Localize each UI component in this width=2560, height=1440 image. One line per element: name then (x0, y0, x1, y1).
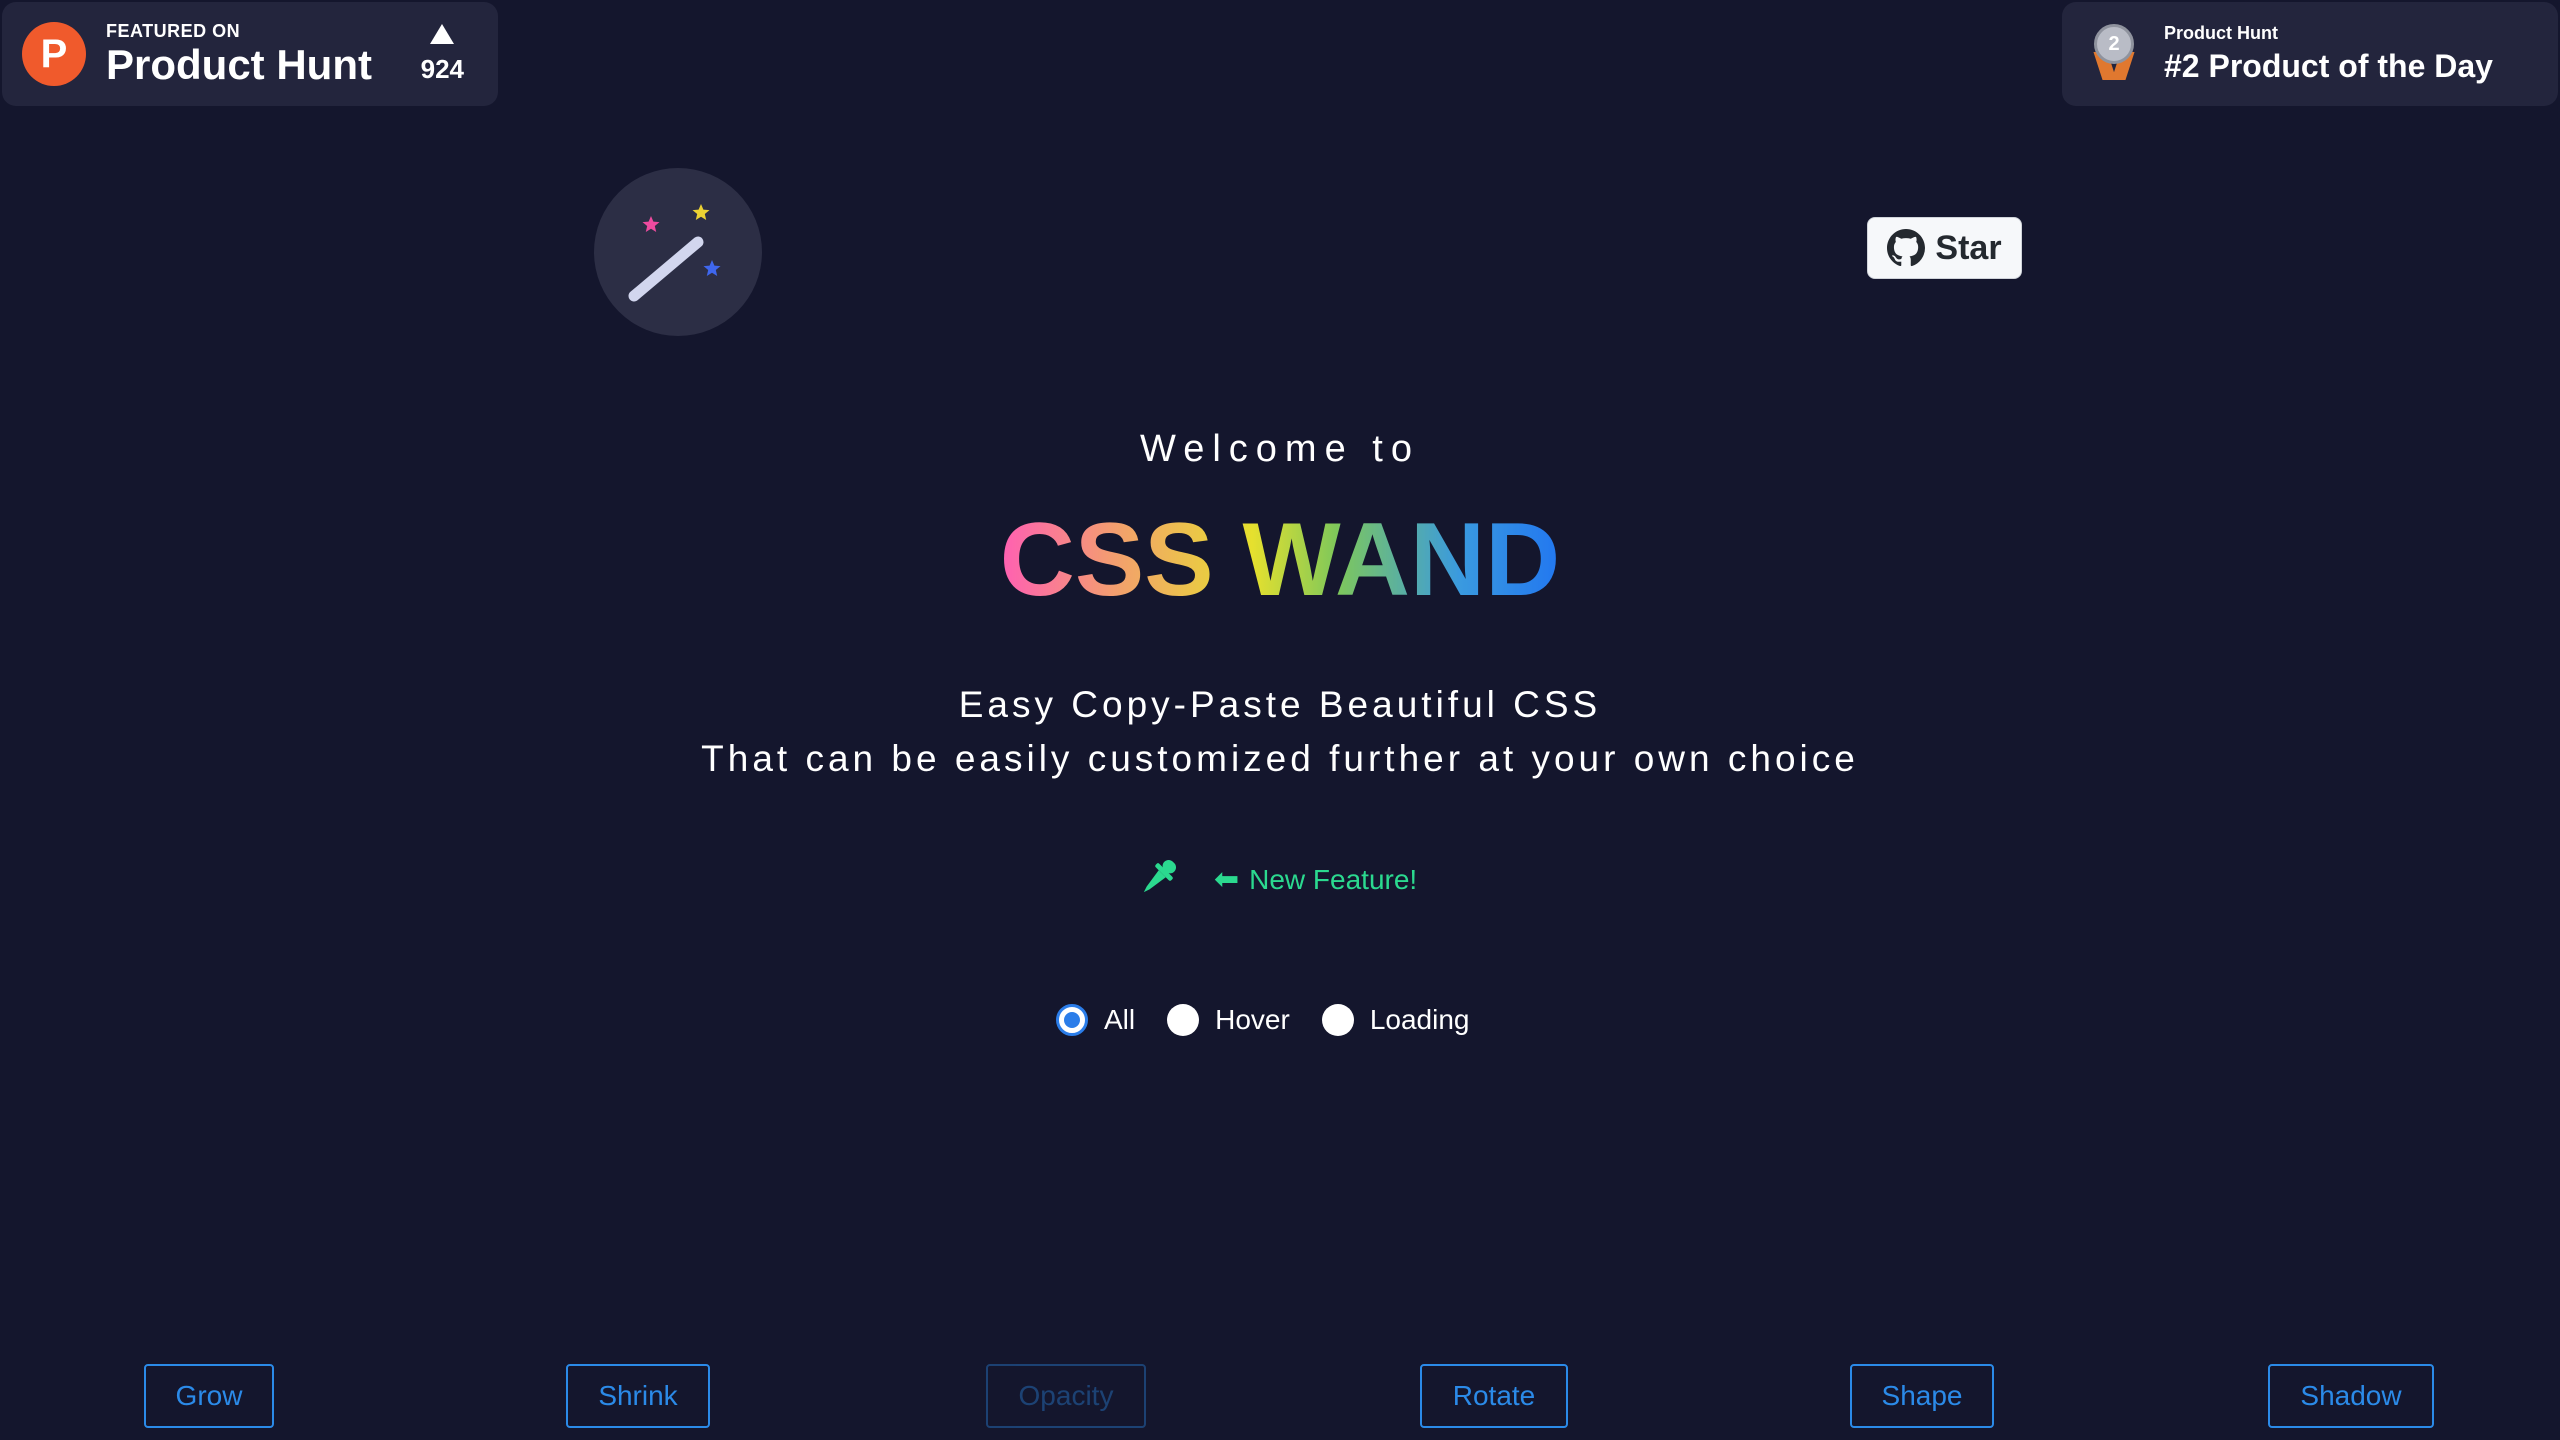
medal-rank: 2 (2094, 24, 2134, 64)
tagline-line-1: Easy Copy-Paste Beautiful CSS (958, 684, 1602, 725)
rotate-button[interactable]: Rotate (1420, 1364, 1568, 1428)
tagline: Easy Copy-Paste Beautiful CSS That can b… (0, 678, 2560, 786)
featured-on-label: FEATURED ON (106, 20, 241, 41)
filter-loading[interactable]: Loading (1321, 1004, 1470, 1036)
github-icon (1887, 229, 1926, 267)
tagline-line-2: That can be easily customized further at… (701, 738, 1859, 779)
filter-all-label: All (1104, 1004, 1136, 1035)
opacity-button[interactable]: Opacity (986, 1364, 1146, 1428)
color-picker-icon[interactable] (1136, 856, 1180, 900)
shape-button[interactable]: Shape (1850, 1364, 1994, 1428)
product-of-the-day-badge[interactable]: 2 Product Hunt #2 Product of the Day (2062, 2, 2558, 106)
effect-filter-group: All Hover Loading (1056, 1004, 1469, 1036)
medal-icon: 2 (2092, 24, 2136, 84)
arrow-left-icon: ⬅ (1214, 863, 1240, 896)
filter-loading-label: Loading (1369, 1004, 1470, 1035)
github-star-label: Star (1935, 228, 2002, 267)
upvote-arrow-icon (430, 24, 455, 44)
filter-hover-radio[interactable] (1167, 1004, 1200, 1036)
product-hunt-featured-badge[interactable]: P FEATURED ON Product Hunt 924 (2, 2, 498, 106)
vote-count: 924 (420, 54, 464, 84)
brand-title: CSS WAND (0, 500, 2560, 620)
brand-title-text: CSS WAND (999, 502, 1561, 618)
filter-hover[interactable]: Hover (1167, 1004, 1290, 1036)
award-source: Product Hunt (2164, 23, 2278, 43)
grow-button[interactable]: Grow (144, 1364, 274, 1428)
vote-counter: 924 (421, 24, 464, 85)
shadow-button[interactable]: Shadow (2268, 1364, 2434, 1428)
new-feature-label: New Feature! (1249, 863, 1418, 895)
product-hunt-name: Product Hunt (106, 40, 372, 88)
new-feature-link[interactable]: ⬅ New Feature! (1214, 862, 1417, 897)
github-star-button[interactable]: Star (1867, 217, 2022, 279)
award-title: #2 Product of the Day (2164, 48, 2493, 84)
filter-all-radio[interactable] (1056, 1004, 1088, 1036)
welcome-text: Welcome to (1140, 428, 1420, 470)
shrink-button[interactable]: Shrink (566, 1364, 710, 1428)
magic-wand-icon (594, 168, 762, 336)
product-hunt-logo-icon: P (22, 22, 86, 86)
filter-hover-label: Hover (1215, 1004, 1290, 1035)
filter-all[interactable]: All (1056, 1004, 1135, 1036)
app-root: P FEATURED ON Product Hunt 924 2 Product… (0, 0, 2560, 1440)
filter-loading-radio[interactable] (1321, 1004, 1354, 1036)
